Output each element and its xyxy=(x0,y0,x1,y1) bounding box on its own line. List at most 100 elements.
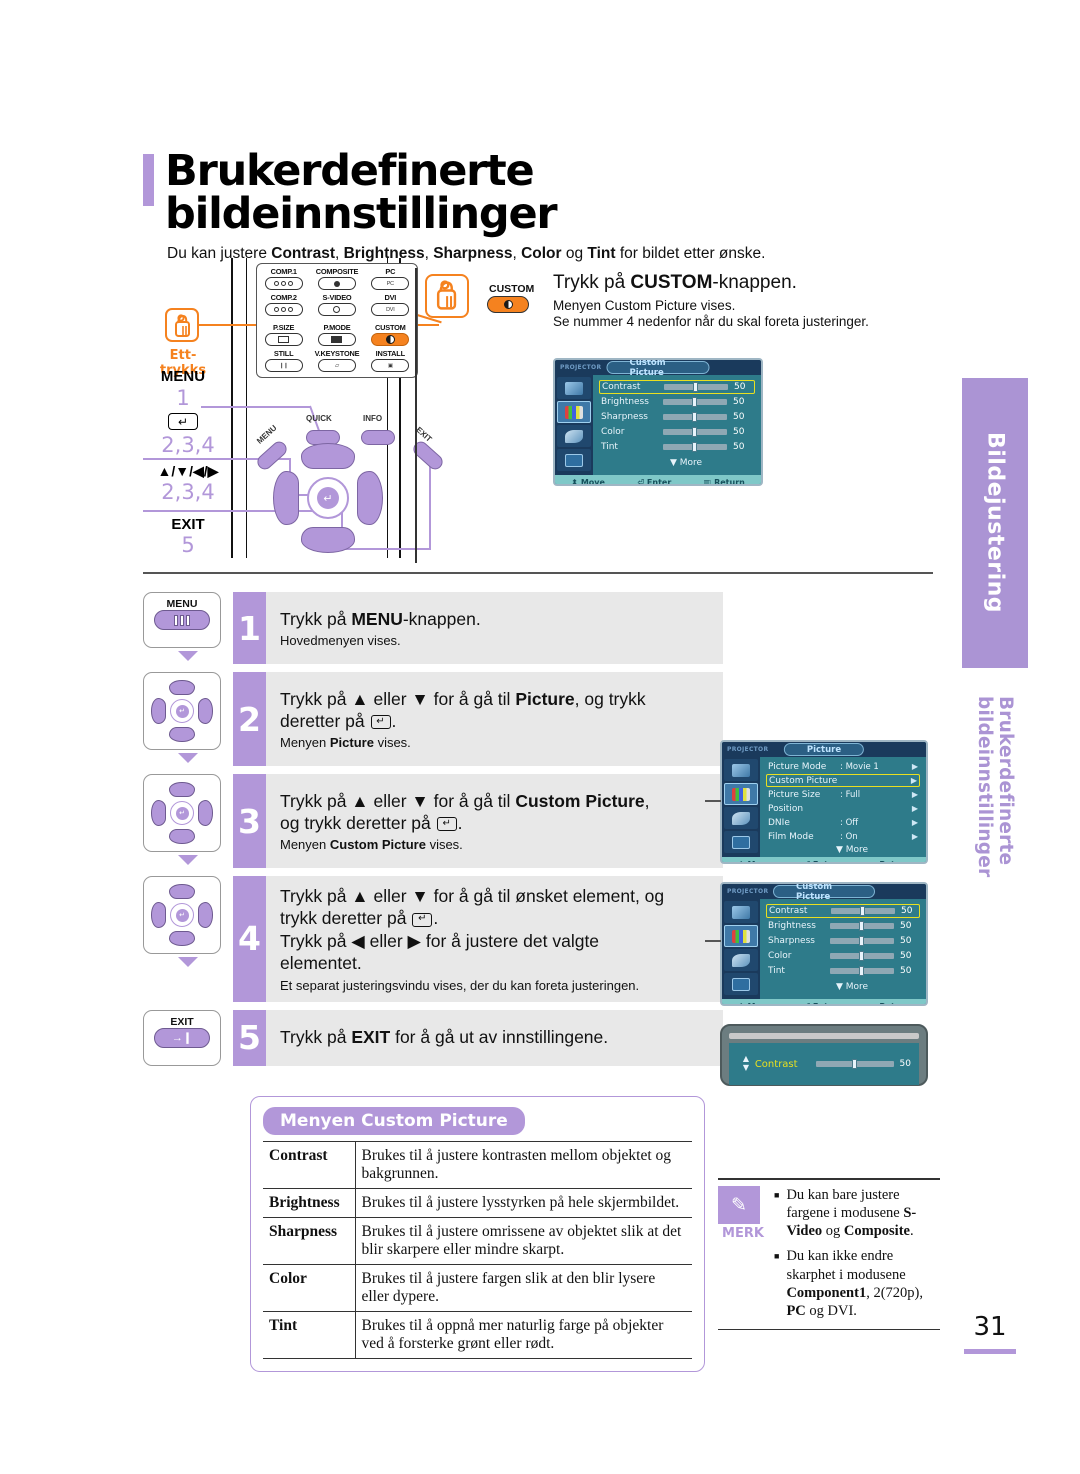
popup-slider[interactable] xyxy=(816,1059,894,1069)
osd-slider[interactable] xyxy=(831,906,895,916)
osd-row[interactable]: Tint 50 xyxy=(599,440,755,454)
key-pmode[interactable]: P.MODE xyxy=(312,323,362,346)
osd-row[interactable]: Contrast 50 xyxy=(599,380,755,394)
osd-more-label[interactable]: ▼ More xyxy=(599,455,755,470)
osd-icon-picture[interactable] xyxy=(724,783,758,805)
dpad-mini[interactable]: ↵ xyxy=(151,782,213,844)
osd-icon-picture[interactable] xyxy=(724,925,758,947)
osd-icon-install[interactable] xyxy=(557,377,591,399)
dpad-left[interactable] xyxy=(273,471,299,525)
osd-row[interactable]: Color 50 xyxy=(599,425,755,439)
dpad-right[interactable] xyxy=(198,698,213,724)
dpad-up[interactable] xyxy=(169,884,195,899)
osd-icon-setup[interactable] xyxy=(557,449,591,471)
exit-button-pill[interactable]: EXIT →❙ xyxy=(154,1016,210,1048)
osd-titlebar: PROJECTOR Custom Picture xyxy=(722,884,926,902)
osd-slider[interactable] xyxy=(663,427,727,437)
dpad-enter[interactable]: ↵ xyxy=(170,699,194,723)
enter-icon: ↵ xyxy=(175,704,189,718)
dpad-down[interactable] xyxy=(169,931,195,946)
osd-row[interactable]: Contrast 50 xyxy=(766,904,920,918)
key-comp2[interactable]: COMP.2 xyxy=(259,293,309,316)
osd-row[interactable]: Sharpness 50 xyxy=(599,410,755,424)
table-term: Tint xyxy=(263,1311,356,1359)
osd-icon-sound[interactable] xyxy=(724,807,758,829)
dpad-enter[interactable]: ↵ xyxy=(170,801,194,825)
osd-row[interactable]: Brightness 50 xyxy=(599,395,755,409)
osd-slider[interactable] xyxy=(664,382,728,392)
dpad-illustration[interactable]: ↵ xyxy=(143,876,221,954)
osd-row[interactable]: Color 50 xyxy=(766,949,920,963)
osd-icon-install[interactable] xyxy=(724,901,758,923)
osd-more-label[interactable]: ▼ More xyxy=(766,979,920,994)
osd-row[interactable]: Brightness 50 xyxy=(766,919,920,933)
custom-button-graphic[interactable] xyxy=(487,296,529,313)
popup-updown-arrows[interactable]: ▲ ▼ xyxy=(737,1054,755,1073)
osd-slider[interactable] xyxy=(830,936,894,946)
dpad-illustration[interactable]: ↵ xyxy=(143,774,221,852)
osd-row[interactable]: Tint 50 xyxy=(766,964,920,978)
bullet-icon: ■ xyxy=(774,1251,780,1262)
key-composite[interactable]: COMPOSITE xyxy=(312,267,362,290)
remote-direction-pad[interactable]: ↵ xyxy=(273,443,383,553)
osd-row[interactable]: Custom Picture ▶ xyxy=(766,774,920,787)
dpad-up[interactable] xyxy=(169,680,195,695)
step-4-number: 4 xyxy=(233,876,266,1002)
osd-slider[interactable] xyxy=(830,966,894,976)
osd-row[interactable]: DNIe : Off ▶ xyxy=(766,816,920,829)
step-4-body: Trykk på ▲ eller ▼ for å gå til ønsket e… xyxy=(266,876,723,1002)
osd-icon-setup[interactable] xyxy=(724,831,758,853)
osd-icon-sound[interactable] xyxy=(557,425,591,447)
key-dvi[interactable]: DVI DVI xyxy=(365,293,415,316)
key-svideo[interactable]: S-VIDEO xyxy=(312,293,362,316)
down-arrow-icon[interactable]: ▼ xyxy=(737,1063,755,1073)
page-title: Brukerdefinerte bildeinnstillinger xyxy=(165,146,558,239)
osd-icon-picture[interactable] xyxy=(557,401,591,423)
osd-icon-install[interactable] xyxy=(724,759,758,781)
menu-button-illustration[interactable]: MENU xyxy=(143,592,221,648)
keypad-row-3: P.SIZE P.MODE CUSTOM xyxy=(257,323,417,346)
dpad-right[interactable] xyxy=(357,471,383,525)
dpad-left[interactable] xyxy=(151,902,166,928)
osd-slider[interactable] xyxy=(830,951,894,961)
key-vkeystone[interactable]: V.KEYSTONE ▱ xyxy=(312,349,362,372)
note-item-text: Du kan ikke endre skarphet i modusene Co… xyxy=(786,1248,923,1319)
key-still[interactable]: STILL ❙❙ xyxy=(259,349,309,372)
osd-slider[interactable] xyxy=(663,397,727,407)
dpad-down[interactable] xyxy=(169,829,195,844)
dpad-enter[interactable]: ↵ xyxy=(307,477,349,519)
dpad-right[interactable] xyxy=(198,800,213,826)
key-psize[interactable]: P.SIZE xyxy=(259,323,309,346)
osd-icon-sound[interactable] xyxy=(724,949,758,971)
side-tab-section: Brukerdefinerte bildeinnstillinger xyxy=(962,696,1028,1026)
osd-icon-setup[interactable] xyxy=(724,973,758,995)
dpad-down[interactable] xyxy=(301,527,355,553)
key-custom[interactable]: CUSTOM xyxy=(365,323,415,346)
osd-row[interactable]: Picture Mode : Movie 1 ▶ xyxy=(766,760,920,773)
key-install[interactable]: INSTALL ▣ xyxy=(365,349,415,372)
dpad-illustration[interactable]: ↵ xyxy=(143,672,221,750)
osd-row[interactable]: Picture Size : Full ▶ xyxy=(766,788,920,801)
dpad-up[interactable] xyxy=(169,782,195,797)
dpad-up[interactable] xyxy=(301,443,355,469)
osd-slider[interactable] xyxy=(830,921,894,931)
osd-slider[interactable] xyxy=(663,412,727,422)
dpad-enter[interactable]: ↵ xyxy=(170,903,194,927)
dpad-down[interactable] xyxy=(169,727,195,742)
exit-button-illustration[interactable]: EXIT →❙ xyxy=(143,1009,221,1066)
osd-slider[interactable] xyxy=(663,442,727,452)
dpad-left[interactable] xyxy=(151,698,166,724)
dpad-mini[interactable]: ↵ xyxy=(151,680,213,742)
key-pc[interactable]: PC PC xyxy=(365,267,415,290)
half-moon-icon xyxy=(503,300,513,309)
dpad-right[interactable] xyxy=(198,902,213,928)
key-comp1[interactable]: COMP.1 xyxy=(259,267,309,290)
osd-more-label[interactable]: ▼ More xyxy=(766,844,920,855)
menu-button-pill[interactable]: MENU xyxy=(154,598,210,630)
step-3-note: Menyen Custom Picture vises. xyxy=(280,837,463,853)
dpad-left[interactable] xyxy=(151,800,166,826)
osd-row[interactable]: Sharpness 50 xyxy=(766,934,920,948)
osd-row[interactable]: Film Mode : On ▶ xyxy=(766,830,920,843)
dpad-mini[interactable]: ↵ xyxy=(151,884,213,946)
osd-row[interactable]: Position ▶ xyxy=(766,802,920,815)
